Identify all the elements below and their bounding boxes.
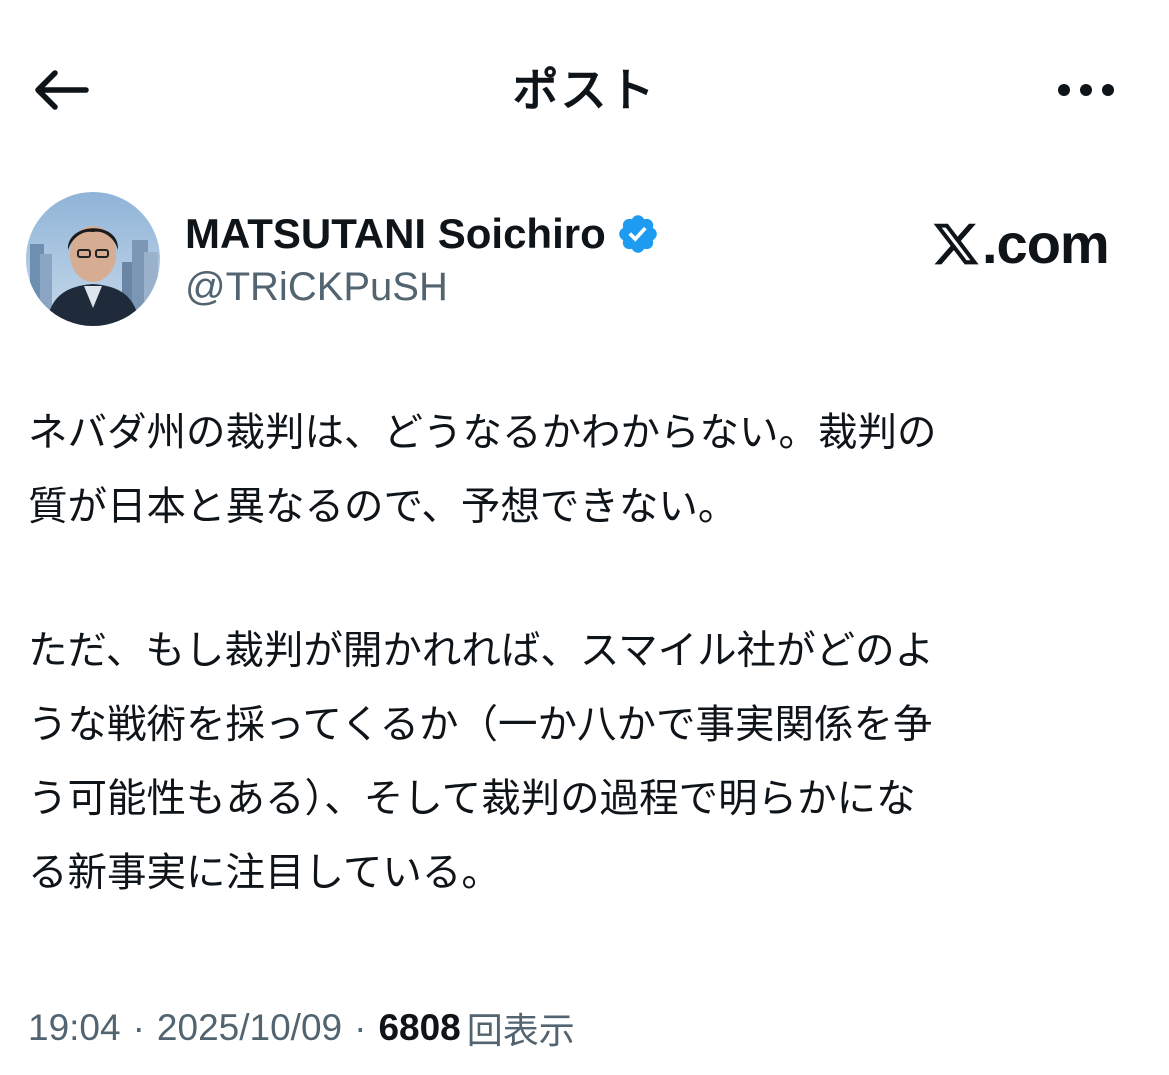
watermark-text: .com	[982, 212, 1110, 275]
avatar[interactable]	[26, 192, 160, 326]
views-label[interactable]: 回表示	[467, 1002, 575, 1054]
post-text: ネバダ州の裁判は、どうなるかわからない。裁判の 質が日本と異なるので、予想できな…	[28, 396, 1143, 910]
x-logo-icon	[933, 223, 979, 265]
meta-separator: ·	[354, 1007, 367, 1048]
views-count[interactable]: 6808	[378, 1007, 460, 1049]
post-date[interactable]: 2025/10/09	[157, 1007, 342, 1049]
verified-badge-icon	[616, 212, 660, 256]
post-text-line: 質が日本と異なるので、予想できない。	[28, 484, 738, 530]
more-options-button[interactable]	[1048, 62, 1124, 118]
more-horizontal-icon	[1058, 84, 1114, 96]
post-time[interactable]: 19:04	[28, 1007, 121, 1049]
author-handle[interactable]: @TRiCKPuSH	[185, 260, 448, 314]
post-text-line: る新事実に注目している。	[28, 850, 501, 896]
avatar-image	[26, 192, 160, 326]
meta-separator: ·	[132, 1007, 145, 1048]
author-display-name[interactable]: MATSUTANI Soichiro	[185, 206, 606, 262]
post-text-line: ネバダ州の裁判は、どうなるかわからない。裁判の	[28, 410, 937, 456]
page-title: ポスト	[512, 63, 657, 117]
post-meta: 19:04 · 2025/10/09 · 6808 回表示	[28, 1000, 575, 1056]
watermark: .com	[930, 212, 1110, 276]
post-text-line: う可能性もある）、そして裁判の過程で明らかにな	[28, 776, 916, 822]
author-name-row[interactable]: MATSUTANI Soichiro	[185, 206, 660, 262]
post-text-line: うな戦術を採ってくるか（一か八かで事実関係を争	[28, 702, 933, 748]
post-text-line: ただ、もし裁判が開かれれば、スマイル社がどのよ	[28, 628, 935, 674]
